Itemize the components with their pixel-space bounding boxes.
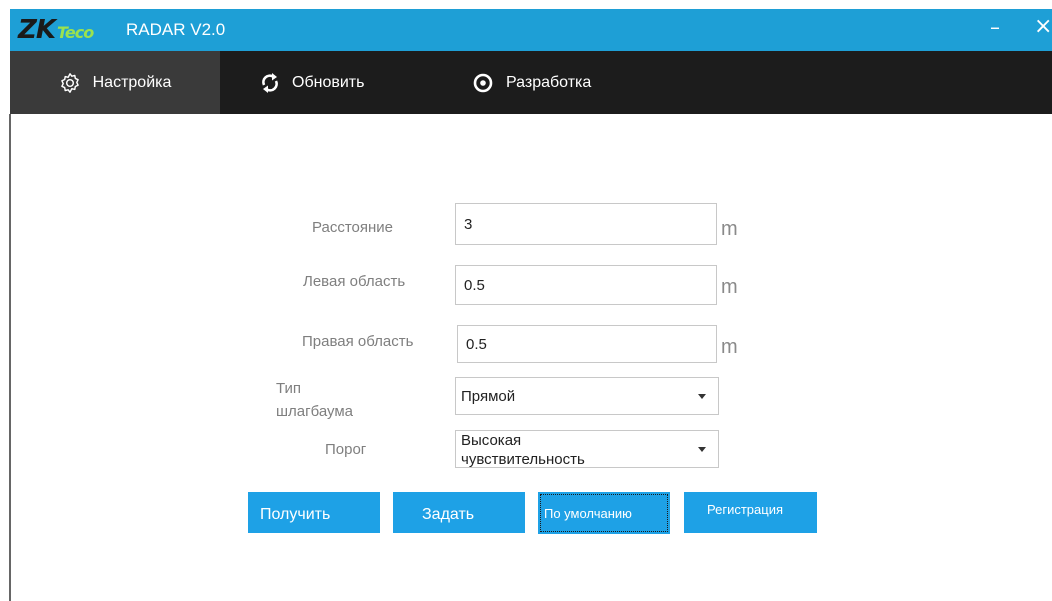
tab-update[interactable]: Обновить [260,51,364,114]
right-area-label: Правая область [302,333,414,350]
tab-develop[interactable]: Разработка [472,51,591,114]
default-button[interactable]: По умолчанию [538,492,670,534]
chevron-down-icon [698,447,706,452]
default-button-label: По умолчанию [544,506,632,521]
left-area-label: Левая область [303,273,406,290]
get-button[interactable]: Получить [248,492,380,533]
right-area-input[interactable] [457,325,717,363]
app-title: RADAR V2.0 [126,20,226,39]
window-left-border [9,114,11,601]
minimize-button[interactable]: – [990,15,1000,39]
threshold-value-line2: чувствительность [461,451,585,468]
left-area-input[interactable] [455,265,717,305]
logo-sub-text: Teco [57,23,94,42]
chevron-down-icon [698,394,706,399]
tab-settings-label: Настройка [92,73,172,91]
get-button-label: Получить [260,506,331,523]
logo-main-text: ZK [18,15,56,45]
refresh-icon [262,72,278,93]
left-area-unit: m [721,276,738,298]
distance-input[interactable] [455,203,717,245]
threshold-value-line1: Высокая [461,432,522,449]
zkteco-logo: ZK Teco [18,15,94,48]
title-bar: ZK Teco RADAR V2.0 – × [10,9,1052,51]
register-button-label: Регистрация [707,502,783,517]
barrier-type-select[interactable]: Прямой [455,377,719,415]
set-button-label: Задать [422,506,475,523]
right-area-unit: m [721,336,738,358]
threshold-label: Порог [325,441,367,458]
tab-develop-label: Разработка [506,73,592,91]
set-button[interactable]: Задать [393,492,525,533]
nav-bar: Настройка Обновить Разработка [10,51,1052,114]
register-button[interactable]: Регистрация [684,492,817,533]
distance-label: Расстояние [312,219,394,236]
barrier-type-label-line1: Тип [276,380,302,397]
distance-unit: m [721,218,738,240]
close-button[interactable]: × [1034,15,1052,39]
develop-icon [473,73,493,92]
barrier-type-label-line2: шлагбаума [276,403,354,420]
threshold-select[interactable]: Высокая чувствительность [455,430,719,468]
tab-settings[interactable]: Настройка [10,51,220,114]
barrier-type-value: Прямой [461,388,516,405]
gear-icon [60,72,79,93]
tab-update-label: Обновить [292,73,365,91]
